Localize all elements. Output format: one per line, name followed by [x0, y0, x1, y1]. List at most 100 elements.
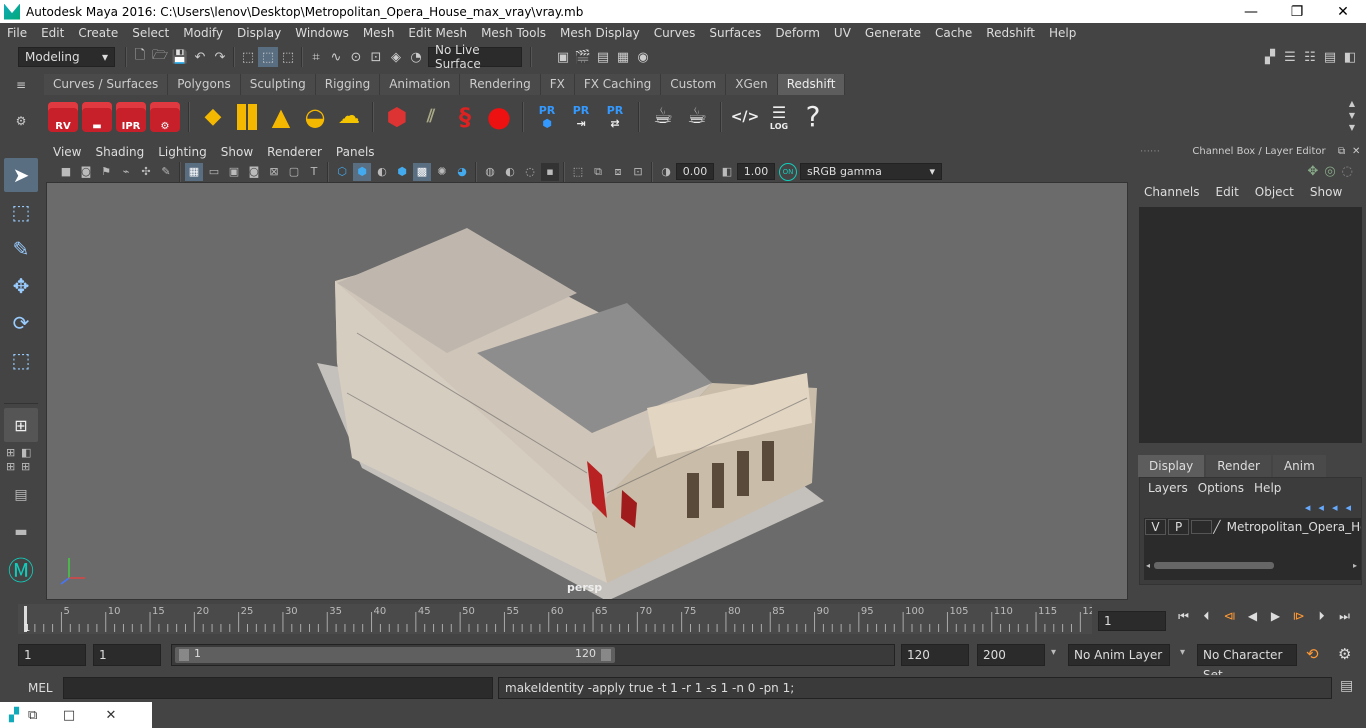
menu-mesh[interactable]: Mesh [356, 26, 402, 40]
xray-icon[interactable]: ⧉ [589, 163, 607, 181]
snap-live-icon[interactable]: ◔ [406, 47, 426, 67]
lasso-tool-icon[interactable]: ⬚ [4, 195, 38, 229]
single-view-icon[interactable]: ⊞ [4, 408, 38, 442]
wireframe-on-shaded-icon[interactable]: ⬢ [393, 163, 411, 181]
tab-xgen[interactable]: XGen [726, 74, 778, 95]
range-slider-bar[interactable]: 1 120 [175, 647, 615, 663]
gamma-field[interactable]: 1.00 [737, 163, 775, 180]
open-scene-icon[interactable]: 🗁 [150, 47, 170, 67]
xray-joints-icon[interactable]: ⧈ [609, 163, 627, 181]
menu-file[interactable]: File [0, 26, 34, 40]
shelf-settings-button[interactable]: ⚙ [149, 100, 181, 134]
hypershade-icon[interactable]: ◉ [633, 47, 653, 67]
color-mgmt-toggle[interactable]: ON [779, 162, 797, 181]
gamma-icon[interactable]: ◧ [718, 163, 736, 181]
chevron-down-icon[interactable]: ▾ [1051, 647, 1056, 658]
exposure-field[interactable]: 0.00 [676, 163, 714, 180]
spot-light-icon[interactable]: ▲ [265, 100, 297, 134]
hyper-icon[interactable]: ◌ [1342, 164, 1353, 179]
menu-deform[interactable]: Deform [768, 26, 827, 40]
depth-of-field-icon[interactable]: ▪ [541, 162, 559, 181]
tab-fx[interactable]: FX [540, 74, 575, 95]
xray-components-icon[interactable]: ⊡ [629, 163, 647, 181]
tab-custom[interactable]: Custom [661, 74, 727, 95]
image-plane-icon[interactable]: ⌁ [117, 163, 135, 181]
menu-display[interactable]: Display [230, 26, 288, 40]
tab-polygons[interactable]: Polygons [168, 74, 241, 95]
menu-modify[interactable]: Modify [176, 26, 230, 40]
cb-object-menu[interactable]: Object [1247, 185, 1302, 199]
resolution-gate-icon[interactable]: ▣ [225, 163, 243, 181]
2d-pan-icon[interactable]: ✣ [137, 163, 155, 181]
channel-list[interactable] [1139, 207, 1362, 443]
go-to-start-icon[interactable]: ⏮ [1172, 609, 1195, 624]
shelf-ipr-button[interactable]: IPR [115, 100, 147, 134]
play-back-icon[interactable]: ◀ [1241, 609, 1264, 624]
script-editor-icon[interactable]: ▤ [1340, 678, 1353, 694]
live-surface-field[interactable]: No Live Surface [428, 43, 522, 71]
tab-redshift[interactable]: Redshift [777, 74, 846, 95]
bake-set-icon[interactable]: ☕ [681, 100, 713, 134]
channel-box-icon[interactable]: ▤ [1320, 47, 1340, 67]
maya-restore-icon[interactable]: ▞ [0, 708, 28, 723]
portal-light-button[interactable] [231, 100, 263, 134]
default-material-icon[interactable]: ◐ [373, 163, 391, 181]
dome-light-icon[interactable]: ◒ [299, 100, 331, 134]
tab-curves-surfaces[interactable]: Curves / Surfaces [44, 74, 169, 95]
chevron-down-icon[interactable]: ▾ [1180, 647, 1185, 658]
playback-end-field[interactable]: 120 [901, 644, 969, 666]
menu-uv[interactable]: UV [827, 26, 858, 40]
safe-action-icon[interactable]: ▢ [285, 163, 303, 181]
shadows-icon[interactable]: ◕ [453, 163, 471, 181]
float-panel-icon[interactable]: ⧉ [1338, 146, 1352, 157]
render-settings-icon[interactable]: ▦ [613, 47, 633, 67]
pr-export-button[interactable]: PR ⇥ [565, 100, 597, 134]
close-panel-icon[interactable]: ✕ [1352, 146, 1366, 157]
tab-rendering[interactable]: Rendering [460, 74, 541, 95]
range-slider-track[interactable]: 1 120 [171, 644, 895, 666]
preferences-icon[interactable]: ⚙ [1338, 645, 1351, 663]
safe-title-icon[interactable]: T [305, 163, 323, 181]
tab-render[interactable]: Render [1206, 455, 1271, 477]
time-slider[interactable]: 5 10 15 20 25 30 35 40 45 50 55 60 65 70 75 80 85 90 95 100… [18, 604, 1095, 634]
viewport-menu-view[interactable]: View [46, 145, 88, 159]
shelf-rv-button[interactable]: RV [47, 100, 79, 134]
help-icon[interactable]: ? [797, 100, 829, 134]
undo-icon[interactable]: ↶ [190, 47, 210, 67]
cb-show-menu[interactable]: Show [1302, 185, 1350, 199]
panel-layout-icon[interactable]: ▤ [4, 478, 38, 512]
hair-icon[interactable]: ⫽ [415, 100, 447, 134]
menu-windows[interactable]: Windows [288, 26, 356, 40]
close-icon[interactable]: ✕ [90, 708, 132, 723]
two-view-icon[interactable]: ⊞ [6, 460, 21, 474]
menu-help[interactable]: Help [1042, 26, 1083, 40]
viewport-menu-lighting[interactable]: Lighting [151, 145, 214, 159]
bake-icon[interactable]: ☕ [647, 100, 679, 134]
viewport-menu-shading[interactable]: Shading [88, 145, 151, 159]
restore-icon[interactable]: ⧉ [28, 708, 48, 723]
graph-icon[interactable]: ⊞ [21, 460, 36, 474]
layer-help-menu[interactable]: Help [1249, 481, 1286, 495]
outliner-icon[interactable]: ◧ [21, 446, 36, 460]
layer-color-icon[interactable]: ╱ [1213, 520, 1226, 534]
drag-handle-icon[interactable]: ⋯⋯ [1140, 146, 1180, 157]
menu-create[interactable]: Create [71, 26, 125, 40]
menu-cache[interactable]: Cache [928, 26, 979, 40]
select-object-icon[interactable]: ⬚ [258, 47, 278, 67]
screen-ao-icon[interactable]: ◍ [481, 163, 499, 181]
snap-view-icon[interactable]: ⊡ [366, 47, 386, 67]
viewport-menu-renderer[interactable]: Renderer [260, 145, 329, 159]
select-hierarchy-icon[interactable]: ⬚ [238, 47, 258, 67]
range-start-handle[interactable] [179, 649, 189, 661]
new-scene-icon[interactable]: 🗋 [130, 47, 150, 67]
manipulator-icon[interactable]: ✥ [1307, 164, 1318, 179]
toolbox-collapse-icon[interactable]: ▬ [4, 515, 38, 549]
shelf-scroll[interactable]: ▲ ▼ ▼ [1346, 98, 1358, 134]
start-time-field[interactable]: 1 [18, 644, 86, 666]
step-back-icon[interactable]: ⏴ [1195, 609, 1218, 624]
snap-point-icon[interactable]: ⊙ [346, 47, 366, 67]
antialias-icon[interactable]: ◌ [521, 163, 539, 181]
scale-tool-icon[interactable]: ⬚ [4, 343, 38, 377]
menu-redshift[interactable]: Redshift [979, 26, 1042, 40]
snap-surface-icon[interactable]: ◈ [386, 47, 406, 67]
